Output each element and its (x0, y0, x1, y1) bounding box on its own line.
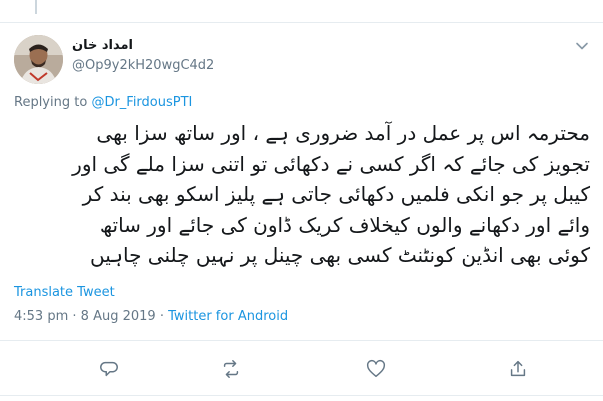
tweet-text-line: محترمہ اس پر عمل در آمد ضروری ہے ، اور س… (96, 121, 590, 145)
tweet-text-line: کوئی بھی انڈین کونٹنٹ کسی بھی چینل پر نہ… (90, 243, 590, 267)
retweet-icon[interactable] (220, 358, 242, 380)
tweet-actions (0, 358, 603, 382)
tweet-text: محترمہ اس پر عمل در آمد ضروری ہے ، اور س… (14, 118, 590, 271)
thread-connector-line (35, 0, 37, 14)
metadata-divider (0, 340, 603, 341)
bottom-divider (0, 395, 603, 396)
author-handle[interactable]: @Op9y2kH20wgC4d2 (72, 57, 214, 75)
share-icon[interactable] (507, 358, 529, 380)
tweet-text-line: تجویز کی جائے کہ اگر کسی نے دکھائی تو ات… (72, 151, 590, 176)
tweet-time[interactable]: 4:53 pm (14, 309, 68, 324)
avatar-image (14, 35, 63, 84)
tweet-text-line: وائے اور دکھانے والوں کیخلاف کریک ڈاون ک… (99, 212, 590, 237)
thread-top-divider (0, 0, 603, 23)
chevron-down-icon[interactable] (575, 38, 589, 52)
meta-separator: · (159, 309, 164, 324)
reply-icon[interactable] (98, 358, 120, 380)
avatar[interactable] (14, 35, 63, 84)
tweet-metadata: 4:53 pm · 8 Aug 2019 · Twitter for Andro… (14, 309, 288, 324)
like-icon[interactable] (365, 358, 387, 380)
replying-to-mention[interactable]: @Dr_FirdousPTI (91, 95, 192, 110)
tweet-source-link[interactable]: Twitter for Android (168, 309, 288, 324)
tweet-date[interactable]: 8 Aug 2019 (81, 309, 156, 324)
tweet-author[interactable]: امداد خان @Op9y2kH20wgC4d2 (72, 37, 214, 75)
translate-tweet-link[interactable]: Translate Tweet (14, 285, 115, 300)
author-display-name[interactable]: امداد خان (72, 37, 214, 55)
replying-to-label: Replying to (14, 95, 88, 110)
replying-to: Replying to @Dr_FirdousPTI (14, 95, 192, 110)
tweet-text-line: کیبل پر جو انکی فلمیں دکھائی جاتی ہے پلی… (82, 182, 590, 206)
meta-separator: · (72, 309, 77, 324)
